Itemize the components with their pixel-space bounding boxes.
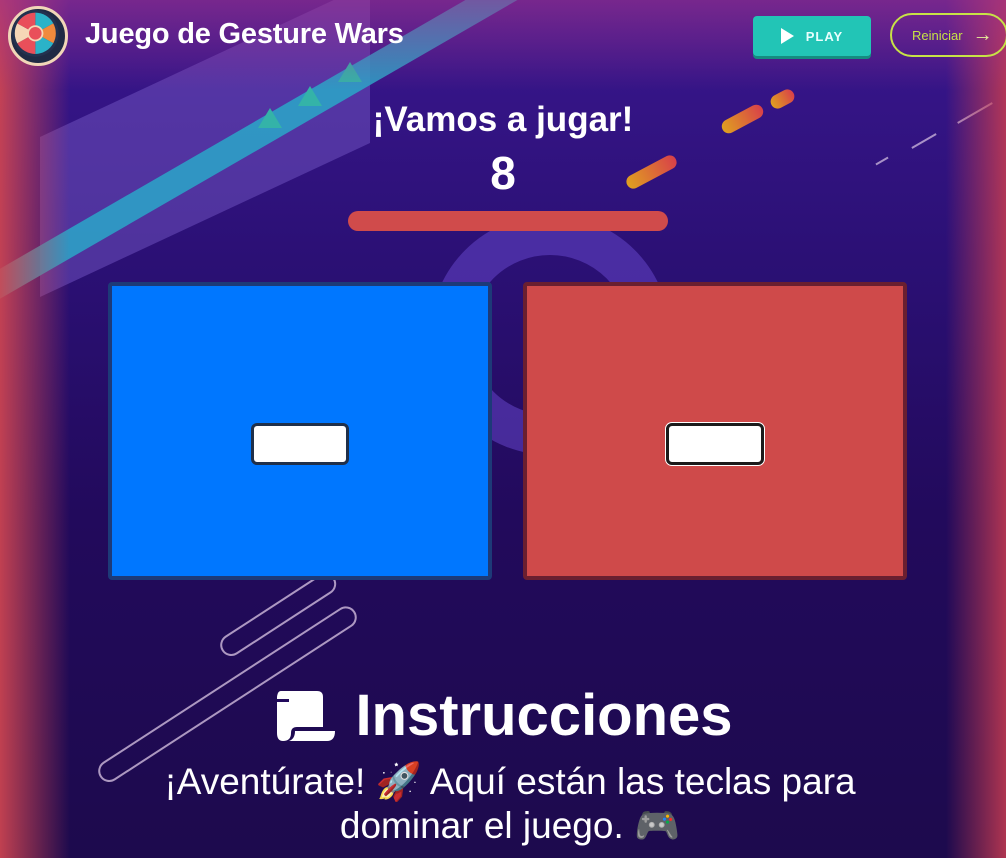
scroll-icon [277,690,336,741]
instructions-title: Instrucciones [355,683,733,748]
play-icon [780,28,794,44]
header: Juego de Gesture Wars PLAY Reiniciar → [0,0,1006,72]
timer-bar [348,211,668,231]
play-button-label: PLAY [805,28,844,44]
arrow-right-icon: → [972,24,993,46]
player-one-box [108,282,492,580]
app-title: Juego de Gesture Wars [85,18,404,50]
player-one-key-input[interactable] [251,423,349,465]
instructions-text: ¡Aventúrate! 🚀 Aquí están las teclas par… [164,761,856,846]
instructions-heading: Instrucciones [0,682,1006,749]
player-two-box [523,282,907,580]
restart-button-label: Reiniciar [912,27,963,43]
play-button[interactable]: PLAY [753,16,871,56]
countdown: 8 [490,147,516,199]
restart-button[interactable]: Reiniciar → [890,13,1006,57]
bg-outline-pill [216,568,341,661]
logo-wheel-icon [11,9,59,57]
game-title: ¡Vamos a jugar! [372,100,634,139]
app-logo [8,6,68,66]
player-two-key-input[interactable] [666,423,764,465]
